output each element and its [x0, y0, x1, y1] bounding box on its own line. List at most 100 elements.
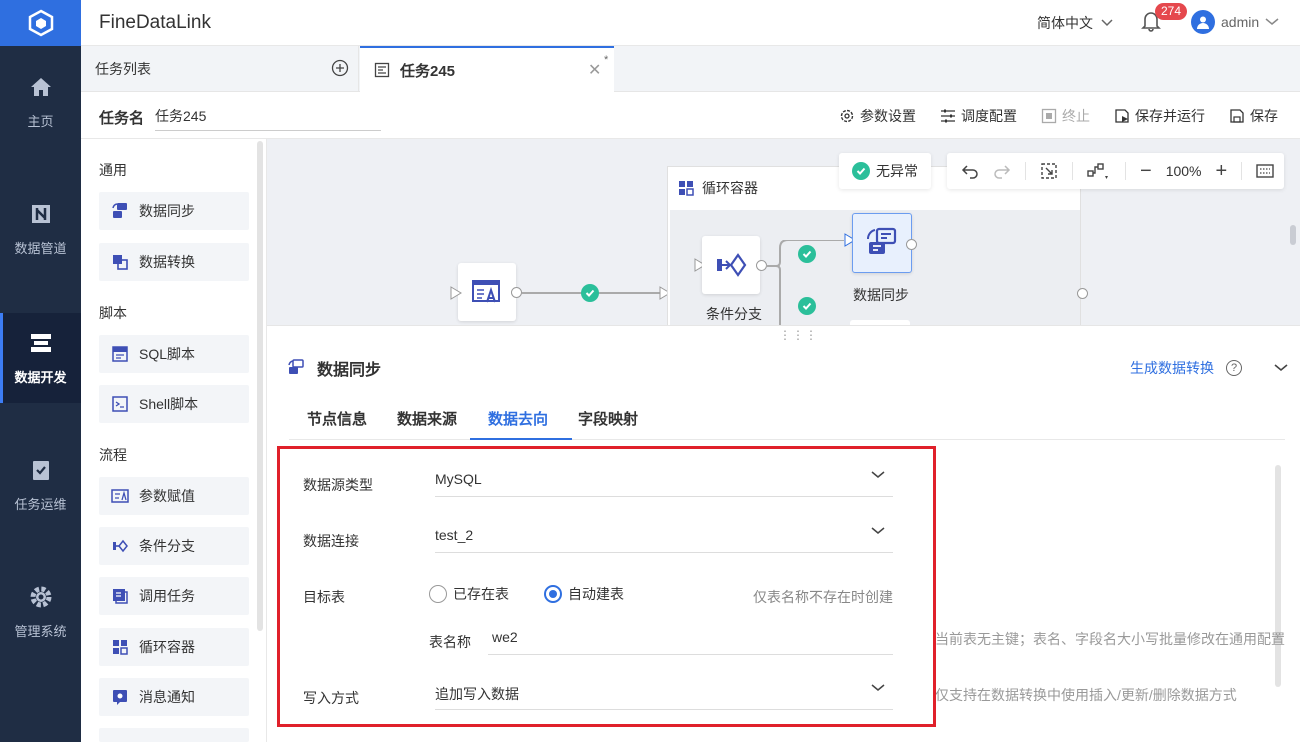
param-assign-icon [111, 489, 129, 503]
sidebar-item-label: 数据管道 [14, 240, 67, 256]
sidebar-item-home[interactable]: 主页 [0, 57, 81, 147]
node-data-sync[interactable] [852, 213, 912, 273]
call-task-icon [113, 589, 128, 604]
tab-node-info[interactable]: 节点信息 [307, 408, 367, 429]
data-sync-icon [112, 203, 127, 218]
loop-container[interactable]: 循环容器 条件分支 数据同步 [667, 166, 1088, 341]
tab-data-source[interactable]: 数据来源 [397, 408, 457, 429]
layout-icon[interactable] [1087, 162, 1111, 180]
sidebar-item-dev[interactable]: 数据开发 [0, 313, 81, 403]
connection-value: test_2 [435, 527, 474, 543]
sidebar-item-label: 管理系统 [14, 623, 67, 639]
task-icon [374, 62, 390, 78]
user-icon [1197, 16, 1209, 29]
fit-view-icon[interactable] [1040, 162, 1058, 180]
divider [1072, 162, 1073, 180]
language-select[interactable]: 简体中文 [1037, 13, 1113, 33]
palette-scrollbar[interactable] [257, 141, 263, 631]
node-param-assign[interactable] [458, 263, 516, 321]
app-logo[interactable] [0, 0, 81, 46]
tab-active-task[interactable]: 任务245 ✕ * [360, 46, 614, 92]
radio-existing-table[interactable]: 已存在表 [429, 584, 509, 604]
node-condition-branch[interactable] [702, 236, 760, 294]
panel-resize-handle[interactable]: ⋮⋮⋮ [267, 325, 1300, 343]
schedule-button[interactable]: 调度配置 [940, 106, 1017, 126]
active-tab-indicator [470, 438, 572, 440]
palette-item-sync[interactable]: 数据同步 [99, 192, 249, 230]
palette-item-more[interactable] [99, 728, 249, 742]
panel-scrollbar[interactable] [1275, 465, 1281, 687]
source-type-label: 数据源类型 [303, 477, 373, 493]
tab-field-mapping[interactable]: 字段映射 [578, 408, 638, 429]
tab-bar: 任务列表 任务245 ✕ * [81, 46, 1300, 92]
params-button[interactable]: 参数设置 [839, 106, 916, 126]
chevron-down-icon[interactable] [1274, 364, 1288, 372]
sidebar-item-ops[interactable]: 任务运维 [0, 440, 81, 530]
highlight-box: 数据源类型 MySQL 数据连接 test_2 目标表 已存在表 自动建表 仅表… [277, 446, 936, 727]
undo-icon[interactable] [961, 163, 979, 179]
stop-button[interactable]: 终止 [1041, 106, 1090, 126]
connection-label: 数据连接 [303, 533, 359, 549]
tab-task-list[interactable]: 任务列表 [81, 46, 359, 92]
notify-icon [113, 690, 127, 705]
status-label: 无异常 [876, 163, 918, 179]
node-config-panel: 数据同步 生成数据转换 ? 节点信息 数据来源 数据去向 字段映射 当前表无主键… [267, 343, 1300, 742]
table-name-input[interactable]: we2 [488, 627, 893, 655]
palette-item-shell[interactable]: Shell脚本 [99, 385, 249, 423]
data-transform-icon [113, 255, 128, 270]
palette-item-label: Shell脚本 [139, 396, 199, 412]
check-icon [581, 284, 599, 302]
loop-container-icon [679, 181, 694, 196]
generate-transform-link[interactable]: 生成数据转换 ? [1130, 358, 1288, 378]
drag-handle-icon[interactable]: ⋮⋮⋮ [779, 328, 818, 342]
zoom-out-icon[interactable]: − [1140, 160, 1152, 183]
write-mode-select[interactable]: 追加写入数据 [435, 682, 893, 710]
gear-icon [30, 586, 51, 607]
tab-active-task-label: 任务245 [400, 62, 456, 80]
save-button[interactable]: 保存 [1229, 106, 1278, 126]
stop-icon [1041, 108, 1057, 124]
primary-key-hint: 当前表无主键；表名、字段名大小写批量修改在通用配置 [935, 631, 1285, 647]
source-type-select[interactable]: MySQL [435, 469, 893, 497]
sidebar: 主页 数据管道 数据开发 任务运维 管理系统 [0, 0, 81, 742]
node-palette: 通用 数据同步 数据转换 脚本 SQL脚本 Shell脚本 流程 参数赋值 条件… [81, 139, 267, 742]
connection-select[interactable]: test_2 [435, 525, 893, 553]
condition-branch-icon [113, 539, 128, 553]
chevron-down-icon [1101, 19, 1113, 27]
container-output-port[interactable] [1077, 288, 1088, 299]
close-icon[interactable]: ✕ [588, 60, 601, 80]
tab-task-list-label: 任务列表 [95, 61, 151, 77]
write-mode-hint: 仅支持在数据转换中使用插入/更新/删除数据方式 [935, 687, 1237, 703]
panel-title: 数据同步 [317, 362, 382, 379]
table-name-label: 表名称 [429, 634, 471, 650]
tab-data-target[interactable]: 数据去向 [488, 408, 548, 429]
chevron-down-icon [1265, 18, 1279, 25]
user-menu[interactable]: admin [1191, 10, 1279, 34]
task-name-input[interactable]: 任务245 [155, 106, 381, 131]
palette-item-sql[interactable]: SQL脚本 [99, 335, 249, 373]
palette-section-general: 通用 [99, 162, 127, 178]
radio-auto-create[interactable]: 自动建表 [544, 584, 624, 604]
output-port[interactable] [511, 287, 522, 298]
add-circle-icon[interactable] [331, 59, 349, 77]
flow-canvas[interactable]: 循环容器 条件分支 数据同步 无异常 − 100% + [267, 139, 1300, 341]
sidebar-item-admin[interactable]: 管理系统 [0, 567, 81, 657]
redo-icon[interactable] [993, 163, 1011, 179]
radio-circle [429, 585, 447, 603]
sidebar-item-label: 任务运维 [14, 496, 67, 512]
minimap-icon[interactable] [1256, 164, 1274, 178]
sidebar-item-pipeline[interactable]: 数据管道 [0, 184, 81, 274]
palette-item-transform[interactable]: 数据转换 [99, 243, 249, 281]
palette-item-label: 条件分支 [139, 538, 195, 554]
palette-item-branch[interactable]: 条件分支 [99, 527, 249, 565]
palette-item-notify[interactable]: 消息通知 [99, 678, 249, 716]
palette-item-loop[interactable]: 循环容器 [99, 628, 249, 666]
palette-item-call[interactable]: 调用任务 [99, 577, 249, 615]
divider [1241, 162, 1243, 180]
help-icon[interactable]: ? [1226, 360, 1242, 376]
palette-item-assign[interactable]: 参数赋值 [99, 477, 249, 515]
canvas-vertical-scrollbar[interactable] [1290, 225, 1296, 245]
output-port[interactable] [906, 239, 917, 250]
save-run-button[interactable]: 保存并运行 [1114, 106, 1205, 126]
zoom-in-icon[interactable]: + [1216, 160, 1228, 183]
